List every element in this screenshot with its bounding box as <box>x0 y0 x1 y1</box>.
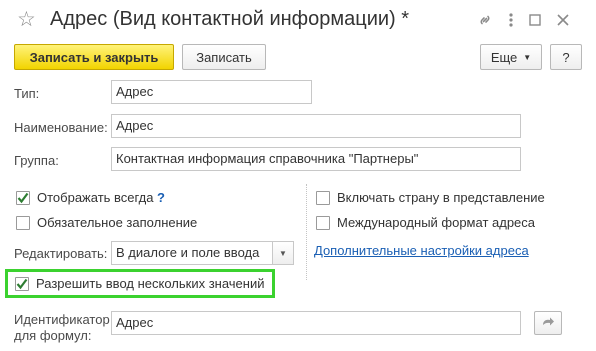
required-label: Обязательное заполнение <box>37 215 198 230</box>
group-field[interactable]: Контактная информация справочника "Партн… <box>111 147 521 171</box>
window-title: Адрес (Вид контактной информации) * <box>50 8 410 30</box>
kebab-menu-icon[interactable] <box>500 9 522 31</box>
column-separator <box>306 184 307 280</box>
more-label: Еще <box>490 49 518 65</box>
edit-select-dropdown-icon[interactable]: ▼ <box>272 241 294 265</box>
intl-format-label: Международный формат адреса <box>337 215 536 230</box>
identifier-label-line2: для формул: <box>14 328 92 343</box>
edit-select[interactable]: В диалоге и поле ввода <box>111 241 273 265</box>
name-label: Наименование: <box>14 120 108 135</box>
save-and-close-button[interactable]: Записать и закрыть <box>14 44 174 70</box>
group-label: Группа: <box>14 153 59 168</box>
update-identifier-button[interactable] <box>534 311 562 335</box>
intl-format-checkbox[interactable] <box>316 216 330 230</box>
more-button[interactable]: Еще ▼ <box>480 44 542 70</box>
allow-multiple-checkbox[interactable] <box>15 277 29 291</box>
type-label: Тип: <box>14 86 40 101</box>
edit-label: Редактировать: <box>14 246 108 261</box>
help-button[interactable]: ? <box>550 44 582 70</box>
dropdown-arrow-icon: ▼ <box>523 52 532 62</box>
identifier-label-line1: Идентификатор <box>14 312 110 327</box>
show-always-help-icon[interactable]: ? <box>157 190 165 205</box>
show-always-label: Отображать всегда <box>37 190 154 205</box>
include-country-label: Включать страну в представление <box>337 190 545 205</box>
close-icon[interactable] <box>552 9 574 31</box>
allow-multiple-label: Разрешить ввод нескольких значений <box>36 276 265 291</box>
update-icon <box>543 317 554 326</box>
identifier-label: Идентификатор для формул: <box>14 312 110 344</box>
save-button[interactable]: Записать <box>182 44 266 70</box>
type-field[interactable]: Адрес <box>111 80 312 104</box>
show-always-checkbox[interactable] <box>16 191 30 205</box>
minimize-icon[interactable] <box>524 9 546 31</box>
link-icon[interactable] <box>474 9 496 31</box>
advanced-settings-link[interactable]: Дополнительные настройки адреса <box>314 243 529 258</box>
identifier-field[interactable]: Адрес <box>111 311 521 335</box>
favorite-star-icon[interactable]: ☆ <box>17 8 36 32</box>
name-field[interactable]: Адрес <box>111 114 521 138</box>
required-checkbox[interactable] <box>16 216 30 230</box>
include-country-checkbox[interactable] <box>316 191 330 205</box>
